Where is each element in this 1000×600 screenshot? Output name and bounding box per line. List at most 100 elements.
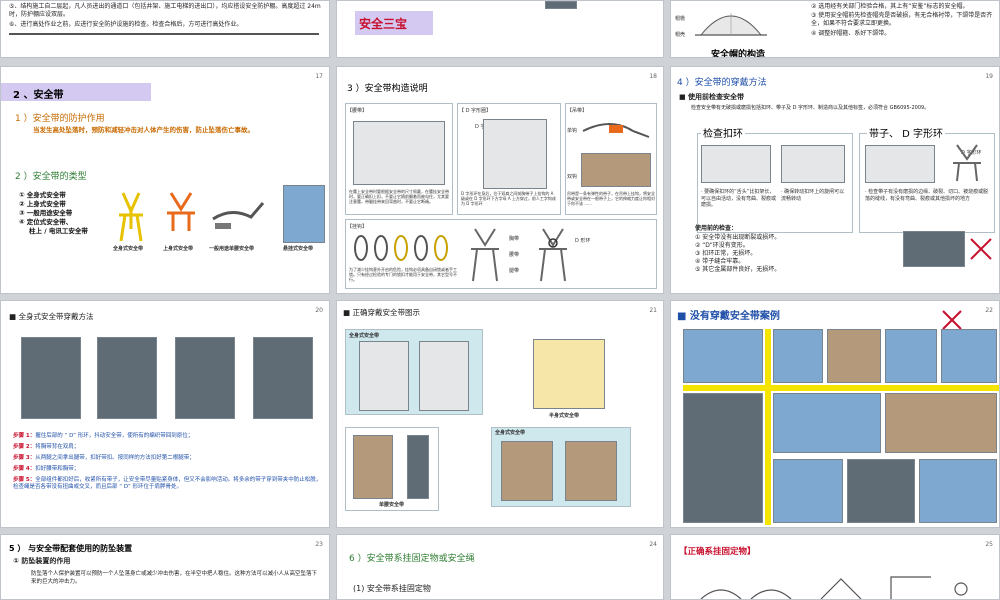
s23-sub: ① 防坠装置的作用: [13, 557, 71, 565]
s20-step-4: 步骤 4：扣好腰带和胸带；: [13, 466, 325, 473]
s21-half-body-photo: [533, 339, 605, 409]
s17-type-item: ① 全身式安全带: [19, 191, 66, 199]
slide-22[interactable]: 22 ■ 没有穿戴安全带案例: [670, 300, 1000, 528]
s16-underline: [9, 33, 319, 35]
s18-waist-photo: [353, 121, 445, 185]
s18-tag-lanyard: 【吊带】: [567, 108, 588, 114]
s17-suspension-harness-photo: [283, 185, 325, 243]
slide-17[interactable]: 17 2 、安全带 1 ）安全带的防护作用 当发生高处坠落时，预防和减轻冲击对人…: [0, 66, 330, 294]
s17-sub2: 2 ）安全带的类型: [15, 172, 87, 182]
s18-title: 3 ）安全带构造说明: [347, 84, 428, 94]
s18-top-item-2: ② 选用经有关部门检验合格，其上有“安鉴”标志的安全帽。: [811, 3, 969, 10]
s18-label-waist: 腰带: [509, 252, 520, 258]
s20-step-photo-4: [253, 337, 313, 419]
s18-top-structure-title: 安全帽的构造: [711, 50, 766, 58]
s21-photo-5: [501, 441, 553, 501]
s18-tag-waist: 【腰带】: [347, 108, 368, 114]
slide-17-top[interactable]: 安全三宝: [336, 0, 664, 58]
slide-23[interactable]: 23 5 ） 与安全带配套使用的防坠装置 ① 防坠装置的作用 防坠落个人保护装置…: [0, 534, 330, 600]
s20-step-photo-1: [21, 337, 81, 419]
s19-box1-title: 检查扣环: [701, 125, 745, 140]
s22-case-photo-11: [919, 459, 997, 523]
s21-photo-4: [407, 435, 429, 499]
s20-title: ■ 全身式安全带穿戴方法: [9, 312, 94, 321]
s18-label-dring-back: D 形环: [575, 238, 591, 244]
s18-top-item-4: ④ 调整好帽箍、系好下颌带。: [811, 30, 891, 37]
s19-title: 4 ）安全带的穿戴方法: [677, 78, 767, 88]
s20-step-text: 将胸带背在双肩；: [35, 444, 80, 450]
slide-20[interactable]: 20 ■ 全身式安全带穿戴方法 步骤 1：握住后部的 “ D” 形环，抖动安全带…: [0, 300, 330, 528]
s21-photo-6: [565, 441, 617, 501]
s20-step-text: 从两腿之间拿出腿带，扣好带扣。按同样的方法扣好第二根腿带；: [35, 455, 195, 461]
s19-box2-note: · 检查带子有没有磨损的边缘、破裂、切口、被烧痕或脱落的缝线，有没有弯曲、裂痕或…: [865, 189, 989, 202]
s18-note-hook: 为了减少挂钩意外开启的危险，挂钩必须具备自闭锁或者手工锁。只有经过检验的专门的锁…: [349, 267, 457, 282]
s22-case-photo-9: [773, 459, 843, 523]
s17-top-title: 安全三宝: [359, 17, 408, 31]
harness-back-icon: [539, 228, 567, 282]
s23-title: 5 ） 与安全带配套使用的防坠装置: [9, 544, 133, 553]
s18-note-dring: D 字形环在身后，位于双肩之间前胸带子上挂钩的 A 级或在 D 字形环下方字母 …: [461, 191, 556, 206]
s22-page-number: 22: [985, 307, 993, 314]
slide-25[interactable]: 25 【正确系挂固定物】: [670, 534, 1000, 600]
s25-page-number: 25: [985, 541, 993, 548]
s21-page-number: 21: [649, 307, 657, 314]
s22-case-photo-7: [773, 393, 881, 453]
s19-buckle-photo-2: [781, 145, 845, 183]
s21-photo-2: [419, 341, 469, 411]
s19-pre-use-item: ③ 扣环正常，无损坏。: [695, 250, 757, 257]
s20-step-2: 步骤 2：将胸带背在双肩；: [13, 444, 325, 451]
s19-box1-note-1: · 要确保扣环的“舌头”比扣架长，可以自由活动，没有弯曲、裂痕或磨损。: [701, 189, 777, 208]
s17-top-photo: [545, 1, 577, 9]
wrong-x-icon: [970, 238, 992, 260]
s19-box1-note-2: · 确保转动扣环上的旋闸可以流畅转动: [781, 189, 845, 202]
s19-strap-photo: [865, 145, 935, 183]
slide-18[interactable]: 18 3 ）安全带构造说明 【腰带】 在腰上安全带时要根据安全带的尺寸佩戴，在腰…: [336, 66, 664, 294]
s23-page-number: 23: [315, 541, 323, 548]
s18-page-number: 18: [649, 73, 657, 80]
s19-pre-use-item: ④ 带子缝合牢靠。: [695, 258, 745, 265]
harness-diagram-icon: [471, 228, 499, 282]
s21-label-2: 半身式安全带: [549, 413, 580, 419]
s17-type-item: ② 上身式安全带: [19, 200, 66, 208]
s18-note-lanyard: 吊带是一条有弹性的带子，在吊带上挂钩，将安全带或安全带在一根带子上，它的伸缩力度…: [567, 191, 655, 206]
slide-21[interactable]: 21 ■ 正确穿戴安全带图示 全身式安全带 半身式安全带 单腰安全带 全身式安全…: [336, 300, 664, 528]
slide-24[interactable]: 24 6 ）安全带系挂固定物或安全绳 (1) 安全带系挂固定物: [336, 534, 664, 600]
s22-case-photo-2: [773, 329, 823, 383]
s22-yellow-bar-horizontal: [683, 385, 999, 391]
s23-desc: 防坠落个人保护装置可以预防一个人坠落身亡或减少冲击伤害，在半空中把人稳住。这种方…: [31, 571, 318, 585]
s21-label-3: 单腰安全带: [379, 502, 405, 508]
s19-box2-title: 带子、 D 字形环: [867, 125, 946, 140]
lanyard-icon: [582, 123, 650, 138]
harness-back-view-icon: [953, 144, 981, 182]
s18-lanyard-photo: [581, 153, 651, 187]
s24-title: 6 ）安全带系挂固定物或安全绳: [349, 554, 475, 564]
s17-heading: 2 、安全带: [13, 90, 64, 101]
s18-top-item-3: ③ 使用安全帽前先检查帽壳是否破损，有无合格衬带，下颌带是否齐全，如果不符合要求…: [811, 12, 993, 27]
s22-title: ■ 没有穿戴安全带案例: [677, 311, 780, 322]
s17-caption: 全身式安全带: [113, 246, 144, 252]
slide-16[interactable]: ⑤、结构施工自二层起，凡人员进出的通道口（包括井架、施工电梯的进出口），均应搭设…: [0, 0, 330, 58]
s18-tag-hook: 【挂钩】: [347, 224, 368, 230]
s22-yellow-bar-vertical: [765, 329, 771, 525]
s20-step-label: 步骤 1：: [13, 433, 36, 439]
upper-body-harness-icon: [167, 192, 195, 231]
slide-19[interactable]: 19 4 ）安全带的穿戴方法 ■ 使用前检查安全带 检查安全带有无破损或磨损包括…: [670, 66, 1000, 294]
s21-label-4: 全身式安全带: [495, 430, 526, 436]
s17-type-item: ③ 一般用途安全带: [19, 209, 73, 217]
s17-caption: 悬挂式安全带: [283, 246, 314, 252]
s21-title: ■ 正确穿戴安全带图示: [343, 308, 420, 317]
s22-case-photo-1: [683, 329, 763, 383]
s17-caption: 上身式安全带: [163, 246, 194, 252]
slide-18-top[interactable]: 帽檐 帽壳 安全帽的构造 ② 选用经有关部门检验合格，其上有“安鉴”标志的安全帽…: [670, 0, 1000, 58]
s19-damaged-strap-photo: [903, 231, 965, 267]
s18-dring-photo: [483, 119, 547, 189]
s21-photo-3: [353, 435, 393, 499]
s17-type-item: ④ 定位式安全带、: [19, 218, 73, 226]
s18-label-chest: 胸带: [509, 236, 520, 242]
s20-step-text: 扣好腰带和胸带；: [35, 466, 80, 472]
s22-case-photo-4: [885, 329, 937, 383]
s22-case-photo-8: [885, 393, 997, 453]
s20-step-label: 步骤 3：: [13, 455, 36, 461]
s17-caption: 一般用途单腰安全带: [209, 246, 255, 252]
s17-desc: 当发生高处坠落时，预防和减轻冲击对人体产生的伤害，防止坠落伤亡事故。: [33, 126, 254, 134]
